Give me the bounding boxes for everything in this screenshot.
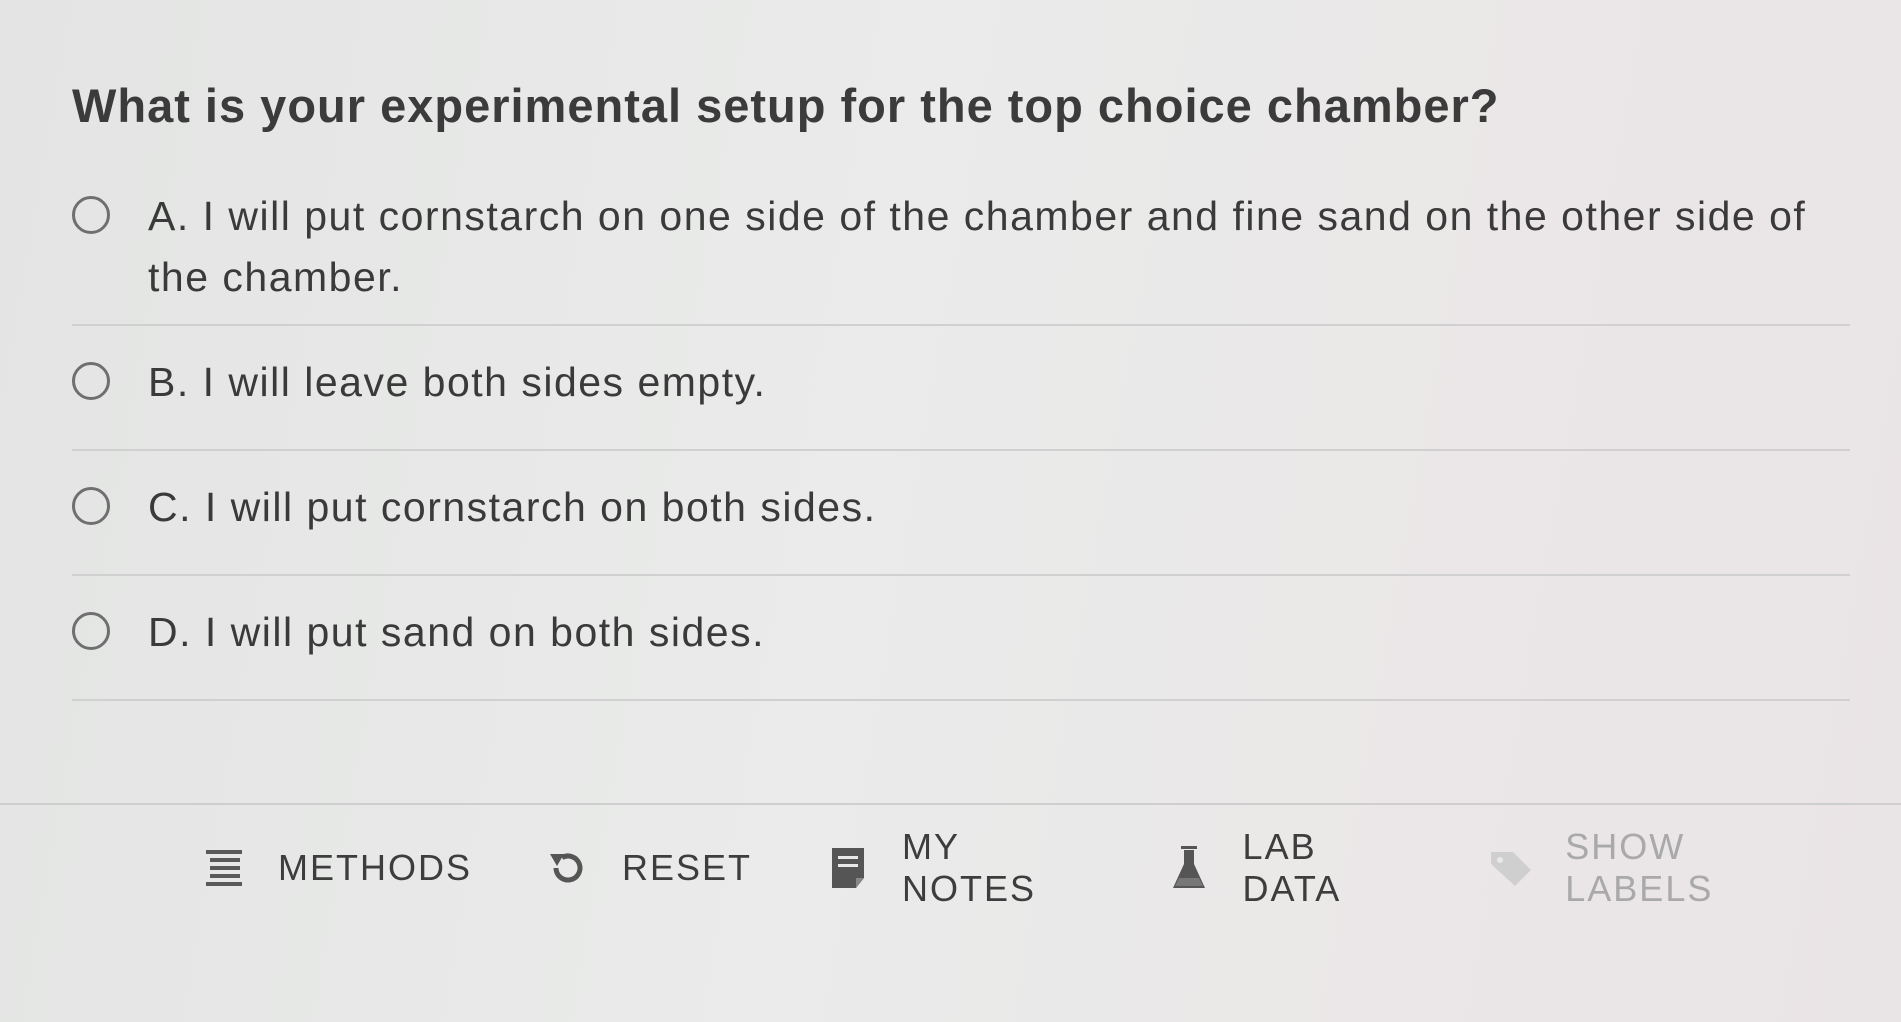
bottom-toolbar: METHODS RESET MY NOTES LAB DATA SHOW LAB… [200,826,1901,909]
show-labels-label: SHOW LABELS [1565,826,1714,909]
lab-data-label: LAB DATA [1242,826,1342,909]
question-title: What is your experimental setup for the … [72,79,1500,132]
lab-data-button[interactable]: LAB DATA [1165,826,1416,910]
radio-button-b[interactable] [72,362,110,400]
show-labels-button[interactable]: SHOW LABELS [1487,826,1829,910]
option-b-label[interactable]: B. I will leave both sides empty. [148,352,766,413]
radio-button-c[interactable] [72,487,110,525]
option-d-label[interactable]: D. I will put sand on both sides. [148,602,765,663]
tag-icon [1487,844,1535,892]
answer-options: A. I will put cornstarch on one side of … [72,170,1850,701]
option-a[interactable]: A. I will put cornstarch on one side of … [72,170,1850,326]
question-page: What is your experimental setup for the … [0,0,1901,1022]
methods-button[interactable]: METHODS [200,844,472,892]
notepad-icon [824,844,872,892]
option-b[interactable]: B. I will leave both sides empty. [72,326,1850,451]
reset-icon [544,844,592,892]
option-a-label[interactable]: A. I will put cornstarch on one side of … [148,186,1828,308]
my-notes-label: MY NOTES [902,826,1037,909]
option-d[interactable]: D. I will put sand on both sides. [72,576,1850,701]
toolbar-divider [0,803,1901,805]
option-c[interactable]: C. I will put cornstarch on both sides. [72,451,1850,576]
my-notes-button[interactable]: MY NOTES [824,826,1093,910]
reset-label: RESET [622,847,753,888]
flask-icon [1165,844,1213,892]
reset-button[interactable]: RESET [544,844,752,892]
list-icon [200,844,248,892]
option-c-label[interactable]: C. I will put cornstarch on both sides. [148,477,876,538]
radio-button-a[interactable] [72,196,110,234]
radio-button-d[interactable] [72,612,110,650]
methods-label: METHODS [278,847,472,888]
